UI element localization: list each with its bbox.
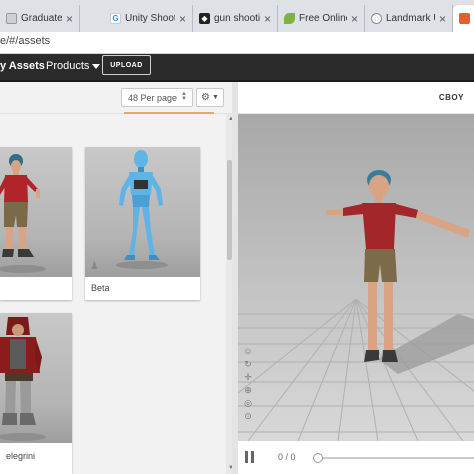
app-nav-bar: y Assets Products [0,54,474,80]
timeline-scrubber[interactable] [313,453,323,463]
asset-card[interactable]: elegrini [0,313,72,474]
zoom-icon[interactable]: ⊕ [241,384,255,397]
browser-tab-landmark[interactable]: ◌ Landmark Univ × [365,5,453,32]
chevron-down-icon [92,63,101,69]
asset-name: Beta [91,283,110,293]
animation-timeline: 0 / 0 [238,441,474,474]
section-accent-line [124,112,214,114]
asset-name: elegrini [6,451,36,461]
close-icon[interactable]: × [66,12,73,26]
asset-thumbnail [0,147,72,277]
asset-card-beta[interactable]: ♟ Beta [85,147,200,300]
character-type-icon: ♟ [90,261,99,272]
camera-icon[interactable]: ⊙ [241,410,255,423]
move-icon[interactable]: ✛ [241,371,255,384]
tab-label: Graduate and F [21,13,62,24]
rotate-icon[interactable]: ↻ [241,358,255,371]
nav-products-label: Products [46,60,90,72]
app-window: Graduate and F × G Unity Shoot C# × ◆ gu… [0,0,474,474]
url-text: e/#/assets [0,35,51,47]
3d-viewport[interactable] [238,114,474,441]
viewer-header: CBOY [238,82,474,114]
timeline-track[interactable] [317,457,474,459]
tab-label: Free Online Yo [299,13,347,24]
page-icon [6,13,17,24]
asset-thumbnail [85,147,200,277]
address-bar[interactable]: e/#/assets [0,32,474,54]
browser-tab-mixamo[interactable]: M [453,5,474,32]
upload-button[interactable]: UPLOAD [102,55,151,75]
character-preview [0,154,46,273]
viewer-side-toolbar: ☺ ↻ ✛ ⊕ ◎ ⊙ [241,345,255,423]
mixamo-icon [459,13,470,24]
asset-thumbnail [0,313,72,443]
browser-tab-unity-shoot[interactable]: G Unity Shoot C# × [80,5,193,32]
gear-icon: ⚙ [201,92,211,103]
viewport-scene [238,114,474,441]
face-icon[interactable]: ☺ [241,345,255,358]
character-title: CBOY [438,93,464,102]
close-icon[interactable]: × [351,12,358,26]
per-page-value: 48 Per page [128,92,178,103]
beta-character-preview [116,150,168,269]
tab-label: gun shooting s [214,13,260,24]
unity-icon: ◆ [199,13,210,24]
browser-tab-strip: Graduate and F × G Unity Shoot C# × ◆ gu… [0,0,474,32]
leaf-icon [284,13,295,24]
browser-tab-graduate[interactable]: Graduate and F × [0,5,80,32]
caret-down-icon: ▼ [212,94,219,101]
tab-label: Landmark Univ [386,13,435,24]
frame-counter: 0 / 0 [278,452,296,462]
nav-my-assets[interactable]: y Assets [0,60,45,72]
nav-products[interactable]: Products [46,60,101,72]
tab-label: Unity Shoot C# [125,13,175,24]
close-icon[interactable]: × [439,12,446,26]
close-icon[interactable]: × [179,12,186,26]
globe-icon: ◌ [371,13,382,24]
asset-card[interactable] [0,147,72,300]
select-arrows-icon: ▲ ▼ [181,91,187,102]
google-icon: G [110,13,121,24]
settings-dropdown-button[interactable]: ⚙ ▼ [196,88,224,107]
per-page-select[interactable]: 48 Per page ▲ ▼ [121,88,193,107]
pause-icon[interactable] [245,451,255,463]
character-preview [0,317,46,441]
close-icon[interactable]: × [264,12,271,26]
refresh-icon[interactable]: ◎ [241,397,255,410]
browser-tab-free-online[interactable]: Free Online Yo × [278,5,365,32]
browser-tab-gun-shooting[interactable]: ◆ gun shooting s × [193,5,278,32]
